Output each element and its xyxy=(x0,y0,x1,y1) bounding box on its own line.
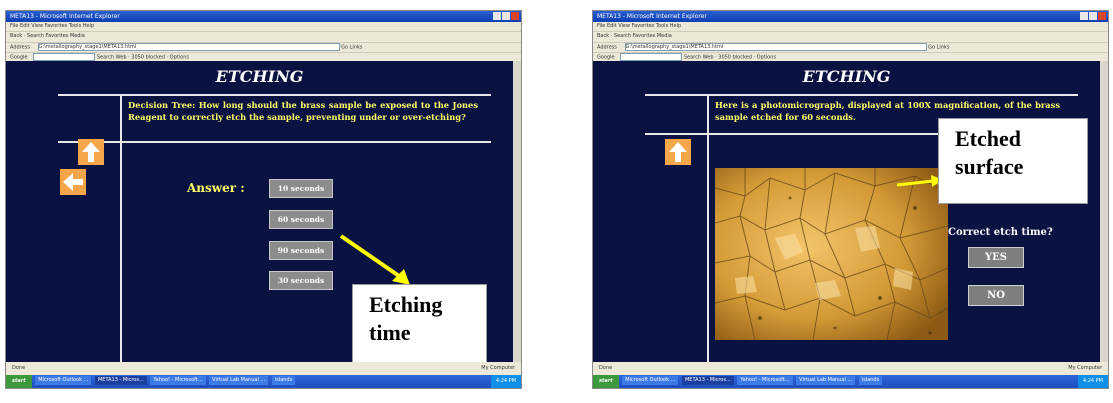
zone-text: My Computer xyxy=(1068,365,1102,371)
pointer-arrow-icon xyxy=(339,234,410,285)
page-content: ETCHING Decision Tree: How long should t… xyxy=(6,61,513,374)
question-text: Decision Tree: How long should the brass… xyxy=(128,100,478,122)
no-button[interactable]: NO xyxy=(968,285,1024,306)
divider xyxy=(58,141,491,143)
minimize-button[interactable] xyxy=(1080,12,1088,20)
google-toolbar-items[interactable]: Search Web · 3050 blocked · Options xyxy=(684,55,776,61)
divider xyxy=(58,94,491,96)
option-60-seconds-button[interactable]: 60 seconds xyxy=(269,210,333,229)
option-90-seconds-button[interactable]: 90 seconds xyxy=(269,241,333,260)
scrollbar[interactable] xyxy=(1100,61,1108,362)
correct-etch-time-label: Correct etch time? xyxy=(948,227,1053,238)
screenshot-right: META13 - Microsoft Internet Explorer Fil… xyxy=(592,10,1109,389)
divider xyxy=(707,94,709,364)
status-text: Done xyxy=(599,365,613,371)
address-label: Address xyxy=(10,44,30,51)
taskbar: start Microsoft Outlook ... META13 - Mic… xyxy=(6,375,521,388)
up-arrow-icon[interactable] xyxy=(78,139,104,165)
status-bar: Done My Computer xyxy=(6,362,521,375)
screenshot-left: META13 - Microsoft Internet Explorer Fil… xyxy=(5,10,522,389)
clock: 4:24 PM xyxy=(1077,375,1108,388)
address-input[interactable]: G:\metallography_stage1\META13.html xyxy=(624,43,927,51)
status-bar: Done My Computer xyxy=(593,362,1108,375)
taskbar-item[interactable]: Yahoo! - Microsoft... xyxy=(737,376,793,385)
go-button[interactable]: Go xyxy=(928,45,935,51)
menu-bar[interactable]: File Edit View Favorites Tools Help xyxy=(593,22,1108,32)
answer-label: Answer : xyxy=(187,181,245,195)
status-text: Done xyxy=(12,365,26,371)
start-button[interactable]: start xyxy=(6,375,32,388)
close-button[interactable] xyxy=(1098,12,1106,20)
window-titlebar: META13 - Microsoft Internet Explorer xyxy=(593,11,1108,22)
taskbar-item[interactable]: META13 - Micros... xyxy=(94,376,147,385)
go-button[interactable]: Go xyxy=(341,45,348,51)
address-bar: Address G:\metallography_stage1\META13.h… xyxy=(6,43,521,53)
window-titlebar: META13 - Microsoft Internet Explorer xyxy=(6,11,521,22)
taskbar-item[interactable]: Microsoft Outlook ... xyxy=(35,376,92,385)
google-search-input[interactable] xyxy=(620,53,683,61)
option-10-seconds-button[interactable]: 10 seconds xyxy=(269,179,333,198)
taskbar-item[interactable]: islands xyxy=(858,376,883,385)
minimize-button[interactable] xyxy=(493,12,501,20)
divider xyxy=(645,94,1078,96)
callout-box: Etching time xyxy=(352,284,487,374)
taskbar-item[interactable]: META13 - Micros... xyxy=(681,376,734,385)
browser-toolbar[interactable]: Back · Search Favorites Media xyxy=(593,32,1108,43)
taskbar: start Microsoft Outlook ... META13 - Mic… xyxy=(593,375,1108,388)
maximize-button[interactable] xyxy=(502,12,510,20)
callout-box: Etched surface xyxy=(938,118,1088,204)
taskbar-item[interactable]: Microsoft Outlook ... xyxy=(622,376,679,385)
browser-toolbar[interactable]: Back · Search Favorites Media xyxy=(6,32,521,43)
google-logo: Google xyxy=(597,54,615,61)
yes-button[interactable]: YES xyxy=(968,247,1024,268)
photomicrograph-image xyxy=(715,168,948,340)
page-content: ETCHING Here is a photomicrograph, displ… xyxy=(593,61,1100,364)
zone-text: My Computer xyxy=(481,365,515,371)
scrollbar[interactable] xyxy=(513,61,521,362)
google-logo: Google xyxy=(10,54,28,61)
page-title: ETCHING xyxy=(802,67,891,86)
address-label: Address xyxy=(597,44,617,51)
menu-bar[interactable]: File Edit View Favorites Tools Help xyxy=(6,22,521,32)
links-button[interactable]: Links xyxy=(350,45,363,51)
up-arrow-icon[interactable] xyxy=(665,139,691,165)
option-30-seconds-button[interactable]: 30 seconds xyxy=(269,271,333,290)
start-button[interactable]: start xyxy=(593,375,619,388)
address-bar: Address G:\metallography_stage1\META13.h… xyxy=(593,43,1108,53)
window-title: META13 - Microsoft Internet Explorer xyxy=(10,13,120,20)
taskbar-item[interactable]: Yahoo! - Microsoft... xyxy=(150,376,206,385)
taskbar-item[interactable]: islands xyxy=(271,376,296,385)
address-input[interactable]: G:\metallography_stage1\META13.html xyxy=(37,43,340,51)
taskbar-item[interactable]: Virtual Lab Manual ... xyxy=(209,376,269,385)
page-title: ETCHING xyxy=(215,67,304,86)
clock: 4:24 PM xyxy=(490,375,521,388)
google-search-input[interactable] xyxy=(33,53,96,61)
divider xyxy=(120,94,122,364)
google-toolbar-items[interactable]: Search Web · 3050 blocked · Options xyxy=(97,55,189,61)
maximize-button[interactable] xyxy=(1089,12,1097,20)
taskbar-item[interactable]: Virtual Lab Manual ... xyxy=(796,376,856,385)
close-button[interactable] xyxy=(511,12,519,20)
links-button[interactable]: Links xyxy=(937,45,950,51)
left-arrow-icon[interactable] xyxy=(60,169,86,195)
window-title: META13 - Microsoft Internet Explorer xyxy=(597,13,707,20)
